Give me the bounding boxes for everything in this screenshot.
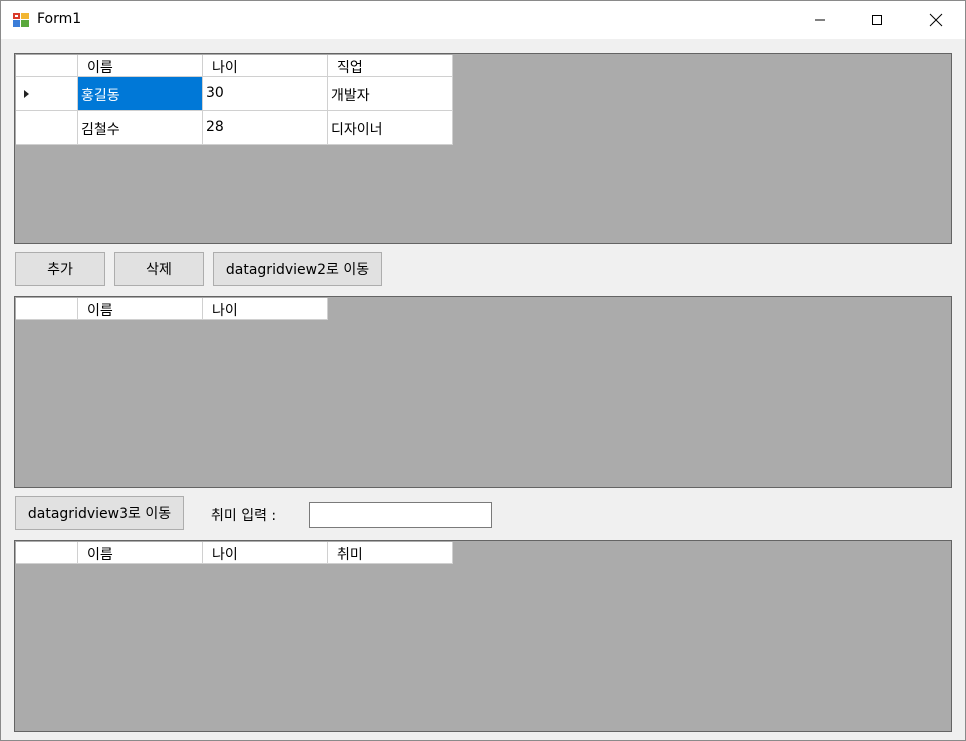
grid1-row-header[interactable] <box>16 77 78 111</box>
hobby-input-label: 취미 입력 : <box>211 508 277 524</box>
grid1-cell[interactable]: 개발자 <box>328 77 453 111</box>
close-button[interactable] <box>913 1 959 39</box>
move-to-grid3-button[interactable]: datagridview3로 이동 <box>15 496 184 530</box>
grid1-column-header-name[interactable]: 이름 <box>78 55 203 77</box>
datagridview3[interactable]: 이름 나이 취미 <box>14 540 952 732</box>
form-window: Form1 이름 나이 직업 홍길동 30 개발자 김철수 28 디자이너 추가… <box>0 0 966 741</box>
grid3-column-header-name[interactable]: 이름 <box>78 542 203 564</box>
current-row-arrow-icon <box>24 90 29 98</box>
grid1-corner-header[interactable] <box>16 55 78 77</box>
hobby-input[interactable] <box>309 502 492 528</box>
maximize-icon <box>872 15 882 25</box>
delete-button[interactable]: 삭제 <box>114 252 204 286</box>
maximize-button[interactable] <box>854 1 900 39</box>
datagridview1[interactable]: 이름 나이 직업 홍길동 30 개발자 김철수 28 디자이너 <box>14 53 952 244</box>
grid1-cell[interactable]: 홍길동 <box>78 77 203 111</box>
grid1-column-header-job[interactable]: 직업 <box>328 55 453 77</box>
move-to-grid2-button[interactable]: datagridview2로 이동 <box>213 252 382 286</box>
grid3-column-header-age[interactable]: 나이 <box>203 542 328 564</box>
close-icon <box>929 13 943 27</box>
grid2-corner-header[interactable] <box>16 298 78 320</box>
grid3-corner-header[interactable] <box>16 542 78 564</box>
grid3-column-header-hobby[interactable]: 취미 <box>328 542 453 564</box>
grid1-column-header-age[interactable]: 나이 <box>203 55 328 77</box>
window-title: Form1 <box>37 11 82 27</box>
minimize-icon <box>815 19 825 21</box>
datagridview2[interactable]: 이름 나이 <box>14 296 952 488</box>
add-button[interactable]: 추가 <box>15 252 105 286</box>
grid1-cell[interactable]: 디자이너 <box>328 111 453 145</box>
grid2-column-header-name[interactable]: 이름 <box>78 298 203 320</box>
grid1-cell[interactable]: 30 <box>203 77 328 111</box>
minimize-button[interactable] <box>797 1 843 39</box>
grid1-cell[interactable]: 김철수 <box>78 111 203 145</box>
grid2-column-header-age[interactable]: 나이 <box>203 298 328 320</box>
title-bar[interactable]: Form1 <box>1 1 965 39</box>
app-icon <box>13 13 29 27</box>
grid1-cell[interactable]: 28 <box>203 111 328 145</box>
grid1-row-header[interactable] <box>16 111 78 145</box>
